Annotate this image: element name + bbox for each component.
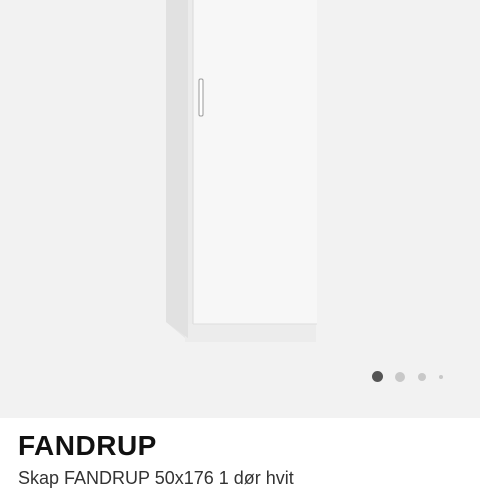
carousel-dot[interactable] bbox=[439, 375, 443, 379]
product-title: FANDRUP bbox=[18, 430, 157, 461]
carousel-dot-active[interactable] bbox=[372, 371, 383, 382]
product-description: Skap FANDRUP 50x176 1 dør hvit bbox=[18, 468, 294, 488]
carousel-dot[interactable] bbox=[395, 372, 405, 382]
cabinet-image bbox=[166, 0, 317, 342]
product-image-gallery[interactable] bbox=[0, 0, 480, 418]
carousel-dot[interactable] bbox=[418, 373, 426, 381]
carousel-pagination bbox=[368, 370, 448, 384]
product-info: FANDRUP Skap FANDRUP 50x176 1 dør hvit bbox=[0, 418, 480, 488]
